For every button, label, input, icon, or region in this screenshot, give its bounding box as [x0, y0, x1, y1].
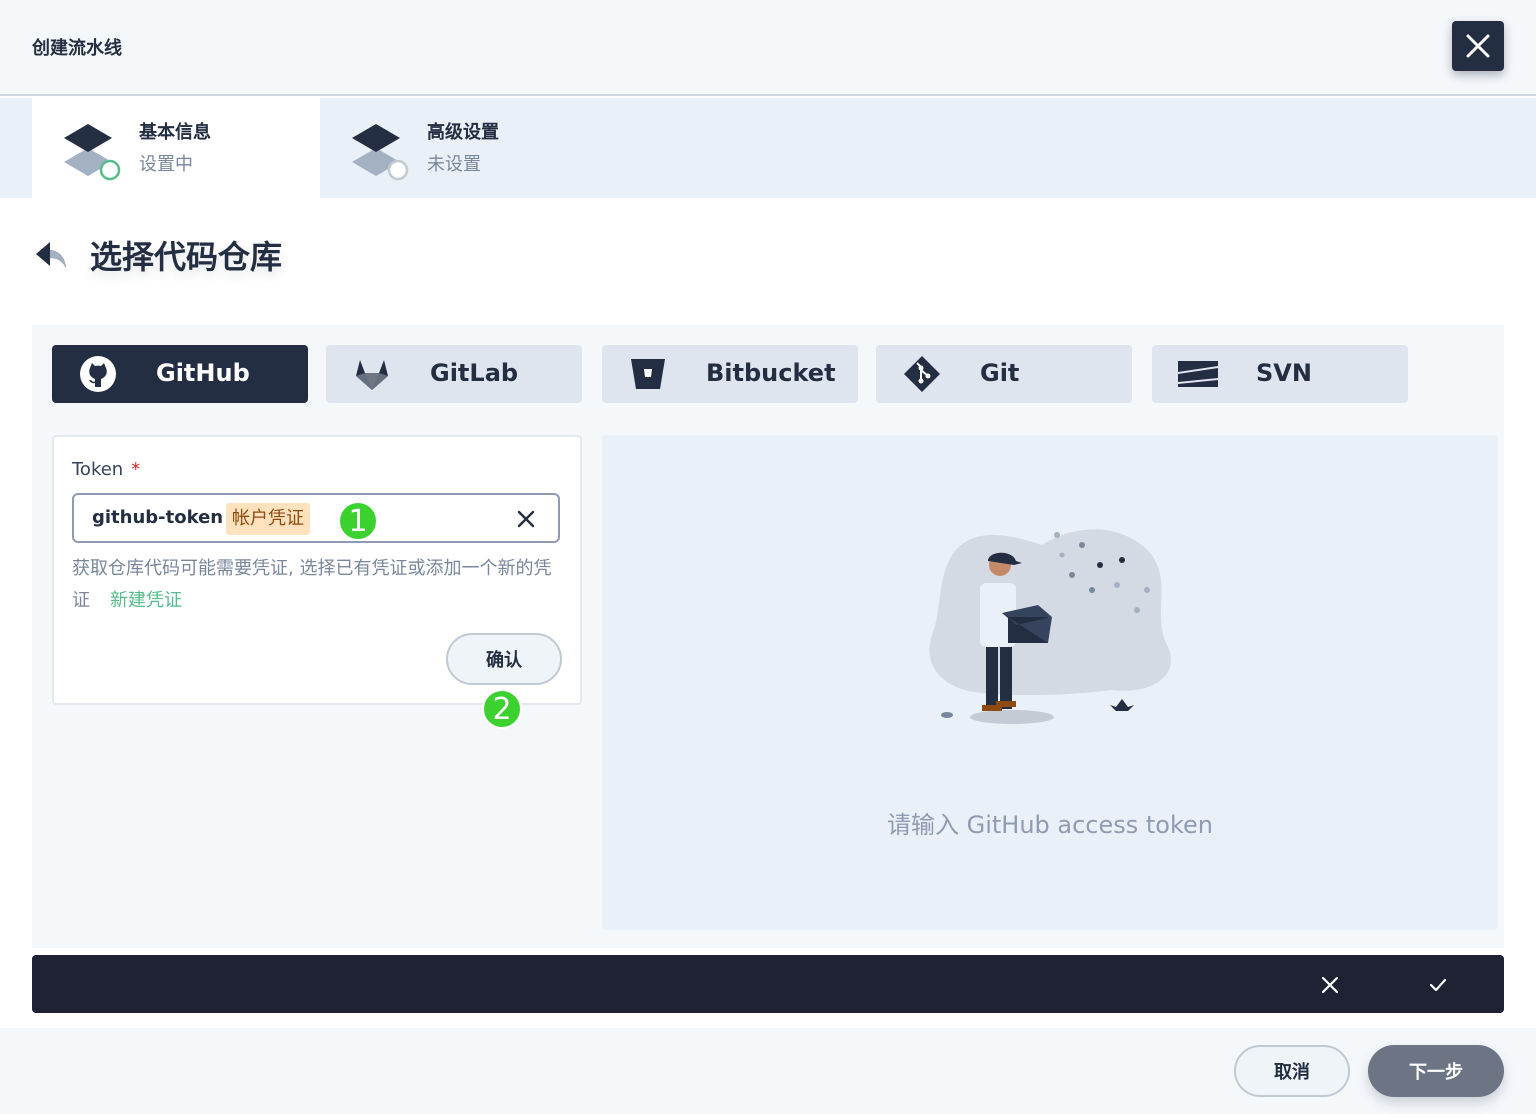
- back-arrow-icon[interactable]: [34, 238, 70, 270]
- tab-label: GitHub: [156, 359, 250, 387]
- close-icon: [1466, 34, 1490, 58]
- cancel-button[interactable]: 取消: [1234, 1045, 1350, 1097]
- step-title: 基本信息: [139, 122, 211, 143]
- page-title: 选择代码仓库: [90, 238, 283, 276]
- step-status: 设置中: [139, 154, 193, 175]
- credential-type-tag: 帐户凭证: [226, 503, 310, 535]
- tab-label: Bitbucket: [706, 359, 836, 387]
- empty-box-illustration: [929, 529, 1171, 724]
- gitlab-icon: [356, 360, 388, 390]
- step-title: 高级设置: [427, 122, 499, 143]
- tab-bitbucket[interactable]: Bitbucket: [602, 345, 858, 403]
- modal-title: 创建流水线: [32, 38, 122, 59]
- modal-header: 创建流水线: [0, 0, 1536, 96]
- clear-icon[interactable]: [516, 509, 536, 529]
- token-select[interactable]: github-token 帐户凭证: [72, 493, 560, 543]
- check-icon[interactable]: [1426, 973, 1450, 997]
- tab-svn[interactable]: SVN: [1152, 345, 1408, 403]
- step-badge-1: 1: [338, 501, 378, 541]
- layers-icon: [352, 124, 409, 181]
- token-label: Token *: [72, 459, 140, 480]
- step-advanced-settings[interactable]: 高级设置 未设置: [320, 98, 608, 198]
- svn-icon: [1178, 361, 1218, 387]
- modal-footer: 取消 下一步: [0, 1028, 1536, 1114]
- close-icon[interactable]: [1318, 973, 1342, 997]
- tab-label: GitLab: [430, 359, 519, 387]
- tab-label: SVN: [1256, 359, 1312, 387]
- repo-panel: GitHub GitLab Bitbucket Git SVN Token * …: [32, 325, 1504, 948]
- tab-gitlab[interactable]: GitLab: [326, 345, 582, 403]
- tab-github[interactable]: GitHub: [52, 345, 308, 403]
- git-icon: [904, 356, 940, 392]
- credential-form: Token * github-token 帐户凭证 获取仓库代码可能需要凭证, 选…: [52, 435, 582, 705]
- step-bar: 基本信息 设置中 高级设置 未设置: [0, 98, 1536, 198]
- step-badge-2: 2: [482, 689, 522, 729]
- github-icon: [80, 356, 116, 392]
- action-bar: [32, 955, 1504, 1013]
- layers-icon: [64, 124, 121, 181]
- bitbucket-icon: [631, 359, 665, 389]
- tab-git[interactable]: Git: [876, 345, 1132, 403]
- confirm-button[interactable]: 确认: [446, 633, 562, 685]
- token-label-text: Token: [72, 459, 124, 480]
- tab-label: Git: [980, 359, 1020, 387]
- token-value: github-token: [92, 507, 224, 528]
- repo-preview: 请输入 GitHub access token: [602, 435, 1498, 930]
- next-button[interactable]: 下一步: [1368, 1045, 1504, 1097]
- step-status: 未设置: [427, 154, 481, 175]
- new-credential-link[interactable]: 新建凭证: [110, 590, 182, 611]
- step-basic-info[interactable]: 基本信息 设置中: [32, 98, 320, 198]
- help-text: 获取仓库代码可能需要凭证, 选择已有凭证或添加一个新的凭证 新建凭证: [72, 553, 562, 617]
- required-mark: *: [131, 459, 141, 480]
- close-button[interactable]: [1452, 21, 1504, 71]
- preview-message: 请输入 GitHub access token: [886, 811, 1214, 839]
